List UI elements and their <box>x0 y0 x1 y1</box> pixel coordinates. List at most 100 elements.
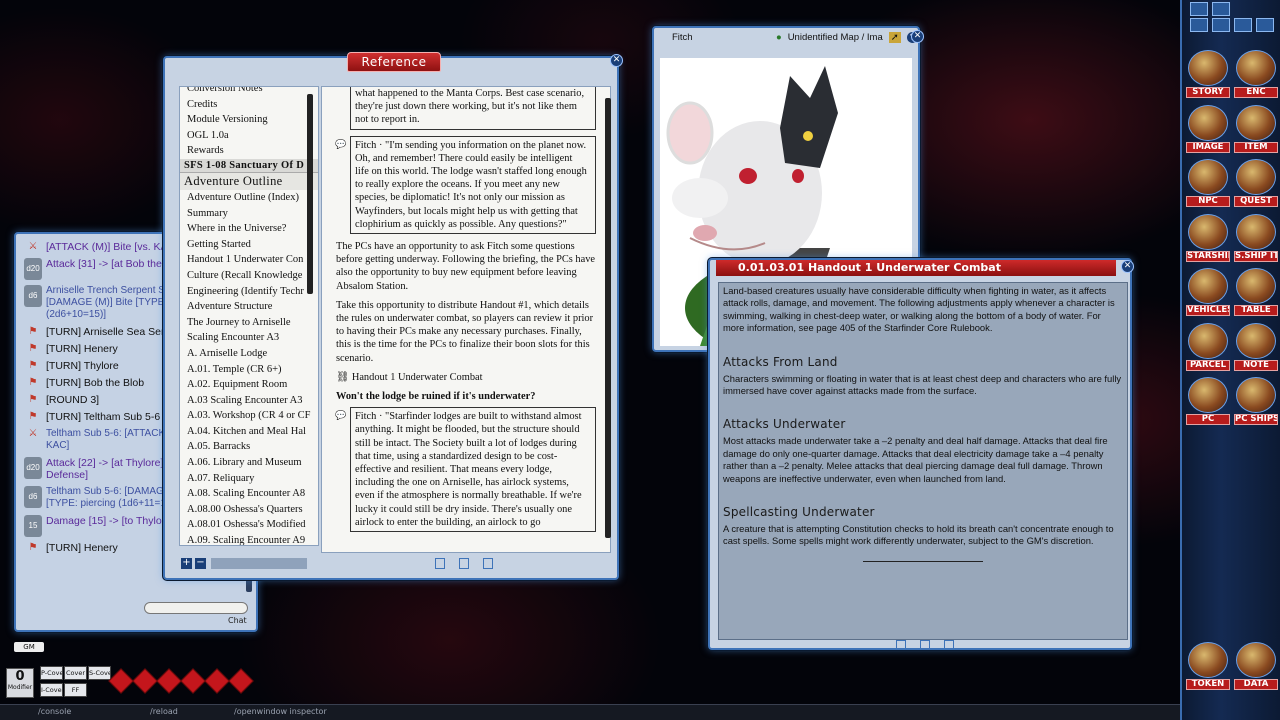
toc-item[interactable]: Where in the Universe? <box>180 221 318 237</box>
toc-item[interactable]: Adventure Outline (Index) <box>180 190 318 206</box>
wrench-icon[interactable] <box>1190 2 1208 16</box>
share-icon[interactable]: ➚ <box>888 31 901 43</box>
toc-item[interactable]: A.08. Scaling Encounter A8 <box>180 486 318 502</box>
toc-item[interactable]: A.03. Workshop (CR 4 or CF <box>180 408 318 424</box>
sidebar-button-pc[interactable]: PC <box>1186 375 1230 425</box>
modifier-box[interactable]: 0 Modifier <box>6 668 34 698</box>
toc-section[interactable]: Adventure Outline <box>180 171 318 190</box>
toc-item[interactable]: A.01. Temple (CR 6+) <box>180 362 318 378</box>
hotbar-slot-inspector[interactable]: /openwindow inspector <box>234 707 327 716</box>
handout-heading: Spellcasting Underwater <box>723 505 875 520</box>
toc-item[interactable]: A. Arniselle Lodge <box>180 346 318 362</box>
sidebar-button-quest[interactable]: QUEST <box>1234 157 1278 207</box>
sidebar-button-encounter[interactable]: ENC <box>1234 48 1278 98</box>
toc-item[interactable]: Credits <box>180 97 318 113</box>
sidebar-button-ship-items[interactable]: S.SHIP ITEMS <box>1234 212 1278 262</box>
hotbar-slot-console[interactable]: /console <box>38 707 71 716</box>
modifier-value: 0 <box>15 669 25 684</box>
page-forward-icon[interactable] <box>483 558 493 569</box>
page-back-icon[interactable] <box>896 640 906 650</box>
cover-button[interactable]: P-Cover <box>40 666 63 680</box>
toc-item[interactable]: Adventure Structure <box>180 299 318 315</box>
toc-item[interactable]: A.08.01 Oshessa's Modified <box>180 517 318 533</box>
content-scrollbar[interactable] <box>605 98 611 538</box>
toc-item[interactable]: Conversion Notes <box>180 87 318 97</box>
close-icon[interactable]: ✕ <box>1121 260 1134 273</box>
toc-item[interactable]: OGL 1.0a <box>180 128 318 144</box>
sidebar-button-image[interactable]: IMAGE <box>1186 103 1230 153</box>
dice-tower-icon[interactable] <box>1256 18 1274 32</box>
settings-icon[interactable] <box>1234 18 1252 32</box>
toc-item[interactable]: A.09. Scaling Encounter A9 <box>180 533 318 545</box>
toc-item[interactable]: A.06. Library and Museum <box>180 455 318 471</box>
toc-item[interactable]: Rewards <box>180 143 318 159</box>
sidebar-button-token[interactable]: TOKEN <box>1186 640 1230 690</box>
chat-input[interactable] <box>144 602 248 614</box>
cover-button[interactable]: Cover <box>64 666 87 680</box>
ship-items-icon <box>1236 213 1276 250</box>
search-field[interactable] <box>211 558 307 569</box>
pc-icon <box>1188 377 1228 413</box>
handout-window: 0.01.03.01 Handout 1 Underwater Combat ✕… <box>708 258 1134 650</box>
turn-flag-icon: ⚑ <box>28 343 38 354</box>
sidebar-button-note[interactable]: NOTE <box>1234 321 1278 371</box>
sidebar-button-item[interactable]: ITEM <box>1234 103 1278 153</box>
toc-item[interactable]: Scaling Encounter A3 <box>180 330 318 346</box>
close-icon[interactable]: ✕ <box>911 30 924 43</box>
sidebar-button-story[interactable]: STORY <box>1186 48 1230 98</box>
sidebar-button-starships[interactable]: STARSHIPS <box>1186 212 1230 262</box>
chat-message-text: [TURN] Bob the Blob <box>46 377 145 389</box>
page-index-icon[interactable] <box>459 558 469 569</box>
hotbar-slot-reload[interactable]: /reload <box>150 707 178 716</box>
handout-paragraph: Characters swimming or floating in water… <box>723 372 1122 397</box>
tools-icon[interactable] <box>1212 2 1230 16</box>
sidebar-button-pc-ships[interactable]: PC SHIPS <box>1234 375 1278 425</box>
cover-button[interactable]: FF <box>64 683 87 697</box>
sidebar-button-table[interactable]: TABLE <box>1234 266 1278 316</box>
toc-scrollbar[interactable] <box>307 94 313 294</box>
page-back-icon[interactable] <box>435 558 445 569</box>
sidebar-button-parcel[interactable]: PARCEL <box>1186 321 1230 371</box>
sidebar-button-label: IMAGE <box>1186 141 1230 153</box>
toc-item[interactable]: Culture (Recall Knowledge <box>180 268 318 284</box>
page-index-icon[interactable] <box>920 640 930 650</box>
sidebar-button-data[interactable]: DATA <box>1234 640 1278 690</box>
toc-item[interactable]: Engineering (Identify Techr <box>180 284 318 300</box>
sidebar-button-label: PARCEL <box>1186 359 1230 371</box>
cover-button[interactable]: S-Cover <box>88 666 111 680</box>
reference-content: what happened to the Manta Corps. Best c… <box>321 86 611 553</box>
starships-icon <box>1188 213 1228 250</box>
handout-heading: Attacks Underwater <box>723 417 846 432</box>
toc-item[interactable]: A.05. Barracks <box>180 439 318 455</box>
chat-button[interactable]: Chat <box>228 616 247 625</box>
toc-section[interactable]: SFS 1-08 Sanctuary Of D <box>180 158 318 172</box>
speaker-name: Fitch <box>355 139 377 151</box>
toc-item[interactable]: Getting Started <box>180 237 318 253</box>
sidebar-button-label: NPC <box>1186 196 1230 207</box>
handout-title: 0.01.03.01 Handout 1 Underwater Combat <box>716 260 1116 276</box>
sidebar-button-npc[interactable]: NPC <box>1186 157 1230 207</box>
add-icon[interactable]: + <box>181 558 192 569</box>
handout-link[interactable]: ⛓ Handout 1 Underwater Combat <box>336 371 596 384</box>
quote-text: what happened to the Manta Corps. Best c… <box>355 88 585 126</box>
toc-item[interactable]: A.08.00 Oshessa's Quarters <box>180 502 318 518</box>
map-label: Unidentified Map / Ima <box>787 31 883 43</box>
toc-item[interactable]: A.02. Equipment Room <box>180 377 318 393</box>
toc-item[interactable]: A.04. Kitchen and Meal Hal <box>180 424 318 440</box>
cover-button[interactable]: I-Cover <box>40 683 63 697</box>
toc-item[interactable]: Summary <box>180 206 318 222</box>
toc-item[interactable]: The Journey to Arniselle <box>180 315 318 331</box>
remove-icon[interactable]: − <box>195 558 206 569</box>
link-icon[interactable] <box>1212 18 1230 32</box>
bookmark-icon[interactable] <box>1190 18 1208 32</box>
sidebar-button-vehicles[interactable]: VEHICLES <box>1186 266 1230 316</box>
close-icon[interactable]: ✕ <box>610 54 623 67</box>
toc-item[interactable]: Module Versioning <box>180 112 318 128</box>
toc-item[interactable]: Handout 1 Underwater Con <box>180 252 318 268</box>
toc-item[interactable]: A.07. Reliquary <box>180 471 318 487</box>
handout-intro: Land-based creatures usually have consid… <box>723 285 1115 334</box>
speech-icon: 💬 <box>335 411 347 422</box>
toc-item[interactable]: A.03 Scaling Encounter A3 <box>180 393 318 409</box>
page-forward-icon[interactable] <box>944 640 954 650</box>
right-sidebar: STORY ENC IMAGE ITEM NPC QUEST STARSHIPS S.SHIP… <box>1180 0 1280 720</box>
